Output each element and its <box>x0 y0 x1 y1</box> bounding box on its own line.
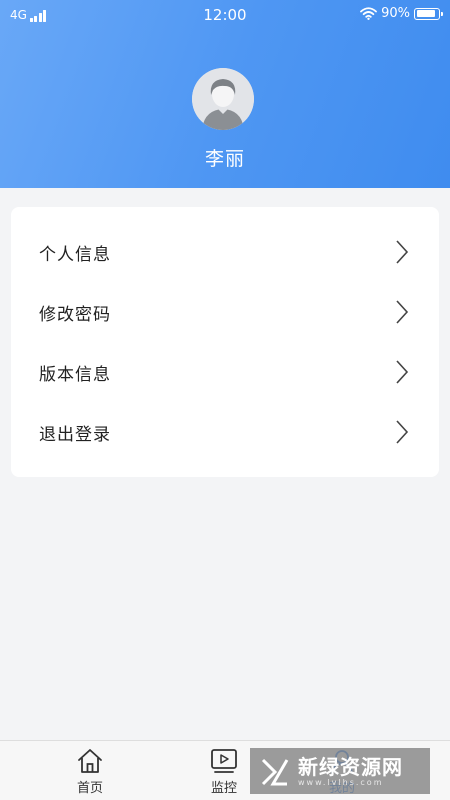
wifi-icon <box>360 7 377 20</box>
tab-home[interactable]: 首页 <box>60 747 120 799</box>
menu-item-version-info[interactable]: 版本信息 <box>11 342 439 402</box>
home-icon <box>78 749 102 773</box>
menu-item-label: 退出登录 <box>39 424 111 445</box>
video-play-icon <box>211 749 237 773</box>
avatar-graphic <box>192 68 254 130</box>
menu-item-personal-info[interactable]: 个人信息 <box>11 222 439 282</box>
username: 李丽 <box>204 148 245 170</box>
watermark-text-block: 新绿资源网 www.lvlhs.com <box>298 756 403 787</box>
watermark-logo-icon <box>261 758 289 786</box>
tab-monitor[interactable]: 监控 <box>194 747 254 799</box>
menu-item-change-password[interactable]: 修改密码 <box>11 282 439 342</box>
tab-label: 监控 <box>210 781 237 796</box>
battery-fill <box>416 10 436 17</box>
battery-icon <box>414 7 443 20</box>
tab-label: 首页 <box>76 781 103 796</box>
menu-item-label: 个人信息 <box>39 244 111 265</box>
watermark-subtitle: www.lvlhs.com <box>298 777 384 787</box>
menu-item-logout[interactable]: 退出登录 <box>11 402 439 462</box>
default-avatar-icon[interactable] <box>192 68 254 130</box>
profile-header: 4G 12:00 90% 李丽 <box>0 0 450 188</box>
menu-item-label: 版本信息 <box>39 364 111 385</box>
settings-menu-card: 个人信息 修改密码 版本信息 退出登录 <box>11 207 439 477</box>
chevron-right-icon <box>396 360 409 384</box>
chevron-right-icon <box>396 240 409 264</box>
system-status: 90% <box>360 6 443 21</box>
menu-item-label: 修改密码 <box>39 304 111 325</box>
battery-percent: 90% <box>381 6 410 21</box>
watermark-title: 新绿资源网 <box>298 754 403 779</box>
chevron-right-icon <box>396 300 409 324</box>
chevron-right-icon <box>396 420 409 444</box>
watermark-overlay: 新绿资源网 www.lvlhs.com <box>250 748 430 794</box>
status-bar: 4G 12:00 90% <box>0 0 450 32</box>
